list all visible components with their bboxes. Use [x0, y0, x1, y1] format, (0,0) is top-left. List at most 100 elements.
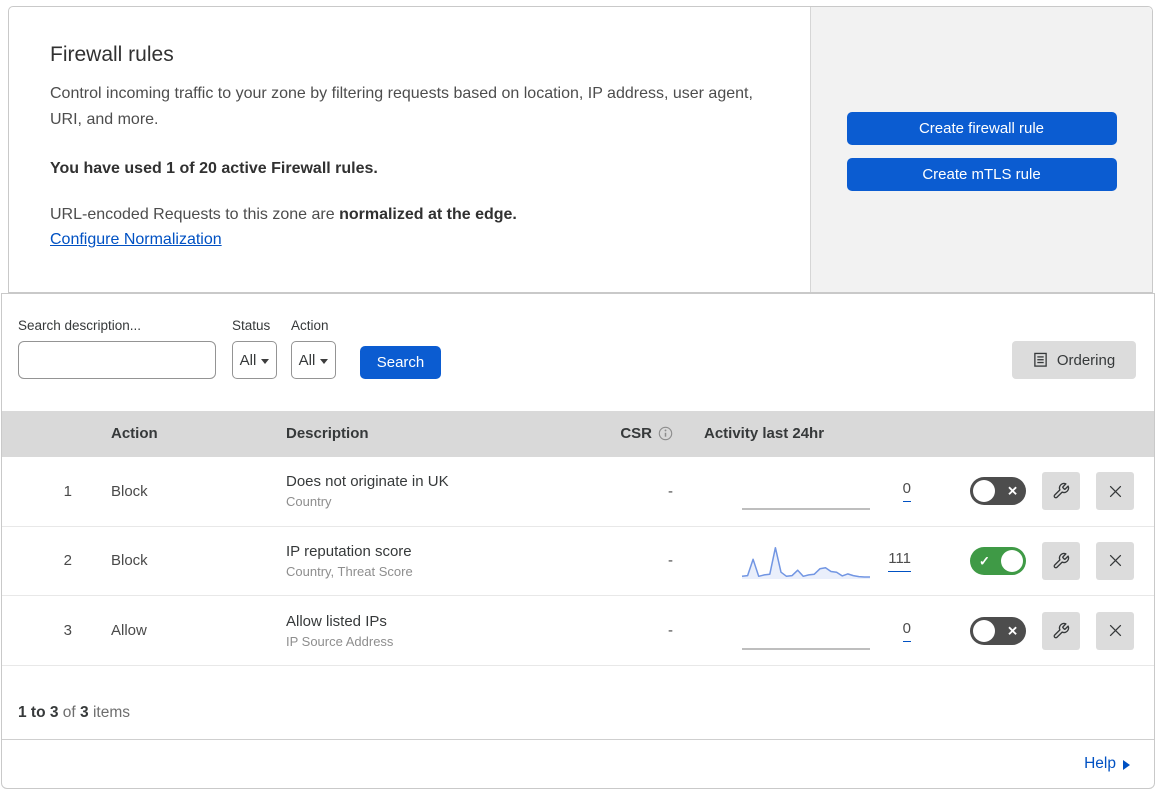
rule-description-cell: Allow listed IPs IP Source Address [286, 613, 606, 649]
rule-action: Allow [111, 622, 147, 640]
usage-summary: You have used 1 of 20 active Firewall ru… [50, 159, 378, 177]
action-label: Action [291, 318, 329, 333]
normalization-text: URL-encoded Requests to this zone are [50, 205, 340, 223]
header-csr-label: CSR [620, 425, 652, 443]
rule-csr: - [668, 622, 673, 640]
rule-description: Allow listed IPs [286, 612, 387, 630]
wrench-icon [1053, 622, 1070, 639]
actions-panel: Create firewall rule Create mTLS rule [810, 7, 1152, 292]
rule-enabled-toggle[interactable]: ✓ [970, 546, 1026, 575]
rule-fields: Country, Threat Score [286, 563, 413, 579]
rule-description-cell: Does not originate in UK Country [286, 473, 606, 509]
search-text-field[interactable] [38, 351, 237, 369]
rule-enabled-toggle[interactable]: ✕ [970, 616, 1026, 645]
wrench-icon [1053, 482, 1070, 499]
create-mtls-rule-button[interactable]: Create mTLS rule [846, 158, 1117, 191]
toggle-state-icon: ✕ [1007, 623, 1018, 639]
ordering-list-icon [1034, 352, 1047, 367]
items-label: items [92, 704, 131, 722]
items-total: 3 [80, 704, 89, 722]
arrow-right-icon [1123, 759, 1130, 770]
create-firewall-rule-button[interactable]: Create firewall rule [846, 112, 1117, 145]
activity-count-link[interactable]: 0 [902, 620, 911, 642]
activity-count-link[interactable]: 0 [902, 480, 911, 503]
toggle-knob [973, 619, 995, 642]
rule-priority: 2 [63, 552, 72, 570]
rule-enabled-toggle[interactable]: ✕ [970, 477, 1026, 506]
rule-description: IP reputation score [286, 542, 412, 560]
rule-fields: IP Source Address [286, 633, 394, 649]
rule-fields: Country [286, 494, 332, 510]
wrench-icon [1053, 552, 1070, 569]
rules-list-panel: Search description... Status All Action … [1, 293, 1155, 789]
rule-controls: ✕ [921, 611, 1154, 650]
page-description: Control incoming traffic to your zone by… [50, 85, 753, 128]
help-link[interactable]: Help [1084, 755, 1130, 773]
toggle-state-icon: ✕ [1007, 483, 1018, 499]
action-selected-value: All [298, 351, 316, 369]
help-label: Help [1084, 755, 1116, 773]
table-header-row: Action Description CSR Activity last 24h… [2, 410, 1154, 457]
table-row: 1 Block Does not originate in UK Country… [2, 457, 1154, 527]
delete-rule-button[interactable] [1096, 611, 1134, 650]
edit-rule-button[interactable] [1042, 541, 1080, 580]
activity-sparkline [741, 611, 871, 651]
rule-csr: - [668, 482, 673, 500]
status-label: Status [232, 318, 271, 333]
status-selected-value: All [239, 351, 257, 369]
rule-activity-cell: 111 [691, 541, 921, 581]
rule-description: Does not originate in UK [286, 473, 449, 491]
search-input[interactable] [18, 341, 237, 379]
firewall-rules-panel: Firewall rules Control incoming traffic … [8, 6, 1153, 293]
rule-action: Block [111, 482, 148, 500]
table-row: 2 Block IP reputation score Country, Thr… [2, 527, 1154, 597]
toggle-knob [1001, 549, 1023, 572]
close-icon [1109, 485, 1121, 497]
close-icon [1109, 555, 1121, 567]
header-csr: CSR [606, 425, 691, 442]
rule-controls: ✕ [921, 472, 1154, 511]
activity-sparkline [741, 541, 871, 581]
toggle-knob [973, 480, 995, 503]
activity-count-link[interactable]: 111 [888, 550, 911, 572]
pagination-summary: 1 to 3 of 3 items [2, 666, 1154, 739]
items-range: 1 to 3 [18, 704, 59, 722]
action-select[interactable]: All [291, 341, 336, 379]
toggle-state-icon: ✓ [979, 553, 990, 569]
normalization-note: URL-encoded Requests to this zone are no… [50, 206, 770, 224]
search-group: Search description... [18, 318, 237, 379]
page-title: Firewall rules [50, 43, 174, 66]
normalization-bold-text: normalized at the edge. [339, 205, 517, 223]
firewall-rules-intro: Firewall rules Control incoming traffic … [9, 7, 810, 292]
delete-rule-button[interactable] [1096, 472, 1134, 511]
ordering-button[interactable]: Ordering [1012, 341, 1136, 379]
rule-controls: ✓ [921, 541, 1154, 580]
action-filter-group: Action All [291, 318, 336, 379]
configure-normalization-link[interactable]: Configure Normalization [50, 231, 222, 249]
status-filter-group: Status All [232, 318, 277, 379]
filter-bar: Search description... Status All Action … [2, 294, 1154, 411]
help-bar: Help [2, 739, 1154, 788]
delete-rule-button[interactable] [1096, 541, 1134, 580]
edit-rule-button[interactable] [1042, 472, 1080, 511]
header-activity: Activity last 24hr [704, 425, 825, 443]
chevron-down-icon [261, 358, 270, 364]
status-select[interactable]: All [232, 341, 277, 379]
search-button[interactable]: Search [360, 346, 441, 379]
header-action: Action [111, 425, 158, 443]
rule-priority: 3 [63, 622, 72, 640]
search-label: Search description... [18, 318, 142, 333]
of-label: of [62, 704, 76, 722]
info-icon[interactable] [658, 426, 673, 441]
close-icon [1109, 625, 1121, 637]
rule-description-cell: IP reputation score Country, Threat Scor… [286, 543, 606, 579]
table-row: 3 Allow Allow listed IPs IP Source Addre… [2, 596, 1154, 667]
rule-csr: - [668, 552, 673, 570]
edit-rule-button[interactable] [1042, 611, 1080, 650]
ordering-button-label: Ordering [1056, 351, 1116, 369]
rule-activity-cell: 0 [691, 471, 921, 511]
chevron-down-icon [320, 358, 329, 364]
rule-activity-cell: 0 [691, 611, 921, 651]
rule-priority: 1 [63, 482, 72, 500]
activity-sparkline [741, 471, 871, 511]
